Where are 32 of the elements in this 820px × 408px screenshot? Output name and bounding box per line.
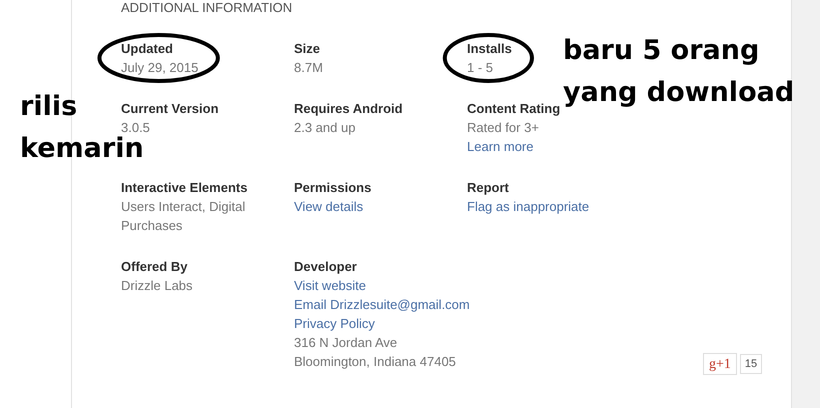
- field-value: Rated for 3+: [467, 119, 539, 137]
- plus-one-button[interactable]: g+1: [703, 353, 737, 375]
- field-label: Installs: [467, 40, 512, 58]
- annotation-text: rilis: [20, 90, 78, 124]
- field-value: Bloomington, Indiana 47405: [294, 353, 456, 371]
- field-label: Offered By: [121, 258, 188, 276]
- field-value: 8.7M: [294, 59, 323, 77]
- field-label: Size: [294, 40, 320, 58]
- field-value: 1 - 5: [467, 59, 494, 77]
- field-value: Users Interact, Digital Purchases: [121, 198, 246, 235]
- annotation-text: baru 5 orang: [563, 34, 760, 68]
- link[interactable]: Learn more: [467, 137, 534, 156]
- field-label: Updated: [121, 40, 173, 58]
- annotation-text: yang download: [563, 76, 794, 110]
- field-label: Developer: [294, 258, 357, 276]
- field-label: Report: [467, 179, 509, 197]
- link[interactable]: Visit website: [294, 276, 366, 295]
- field-label: Current Version: [121, 100, 219, 118]
- link[interactable]: View details: [294, 197, 364, 216]
- link[interactable]: Flag as inappropriate: [467, 197, 590, 216]
- section-title: ADDITIONAL INFORMATION: [121, 0, 294, 16]
- field-value: July 29, 2015: [121, 59, 198, 77]
- field-value: Drizzle Labs: [121, 277, 193, 295]
- count-bubble: 15: [740, 354, 762, 374]
- link[interactable]: Email Drizzlesuite@gmail.com: [294, 295, 470, 314]
- field-label: Permissions: [294, 179, 372, 197]
- field-label: Interactive Elements: [121, 179, 248, 197]
- field-value: 2.3 and up: [294, 119, 356, 137]
- field-label: Requires Android: [294, 100, 403, 118]
- field-label: Content Rating: [467, 100, 560, 118]
- field-value: 316 N Jordan Ave: [294, 334, 398, 352]
- link[interactable]: Privacy Policy: [294, 314, 375, 333]
